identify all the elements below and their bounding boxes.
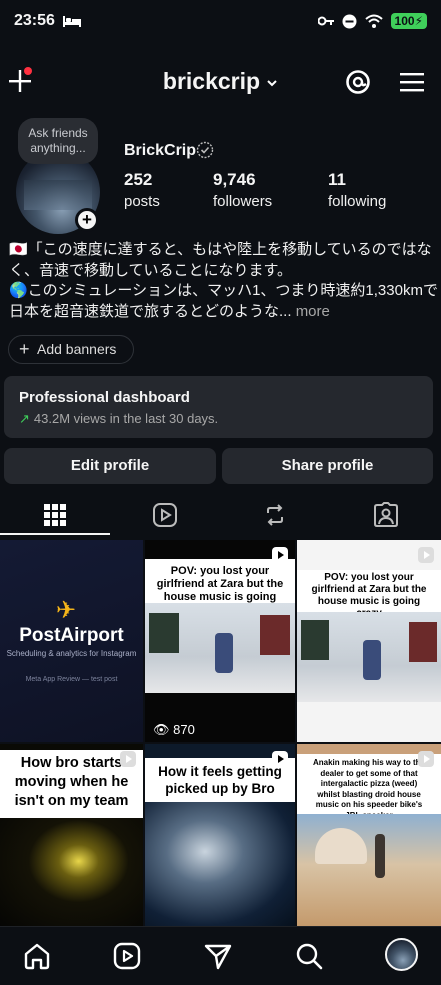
reels-icon: [153, 503, 177, 527]
edit-profile-button[interactable]: Edit profile: [4, 448, 216, 484]
grid-post[interactable]: How it feels getting picked up by Bro: [145, 744, 295, 926]
profile-avatar-nav[interactable]: [385, 938, 418, 971]
send-icon[interactable]: [203, 941, 233, 971]
status-bar: 23:56 100⚡: [0, 0, 441, 42]
active-tab-indicator: [0, 533, 110, 535]
bed-icon: [62, 16, 81, 27]
grid-post[interactable]: POV: you lost your girlfriend at Zara bu…: [145, 540, 295, 742]
display-name: BrickCrip: [124, 142, 197, 159]
post-caption: POV: you lost your girlfriend at Zara bu…: [297, 570, 441, 619]
posts-stat[interactable]: 252 posts: [124, 170, 160, 210]
bottom-nav: [0, 926, 441, 985]
grid-post[interactable]: How bro starts moving when he isn't on m…: [0, 744, 143, 926]
add-banners-button[interactable]: + Add banners: [8, 335, 134, 364]
post-scene: [0, 818, 143, 926]
tab-tagged[interactable]: [331, 492, 441, 538]
reel-icon: [120, 751, 136, 767]
reposts-icon: [267, 504, 283, 526]
grid-post[interactable]: ✈ PostAirport Scheduling & analytics for…: [0, 540, 143, 742]
threads-icon[interactable]: [344, 68, 372, 96]
posts-count: 252: [124, 170, 153, 189]
post-scene: [297, 814, 441, 926]
meta-verified-icon[interactable]: [196, 141, 214, 159]
view-count: 👁 870: [153, 722, 195, 738]
professional-dashboard[interactable]: Professional dashboard ↗ 43.2M views in t…: [4, 376, 433, 438]
share-profile-button[interactable]: Share profile: [222, 448, 433, 484]
tab-reels[interactable]: [110, 492, 220, 538]
trend-up-icon: ↗: [19, 411, 30, 426]
post-scene: [297, 612, 441, 702]
plus-icon: +: [19, 339, 30, 359]
reel-icon: [272, 751, 288, 767]
bio-line: 🇯🇵「この速度に達すると、もはや陸上を移動しているのではなく、音速で移動している…: [9, 241, 432, 279]
reel-icon: [272, 547, 288, 563]
bio-more-link[interactable]: more: [296, 303, 330, 320]
dashboard-subtitle: 43.2M views in the last 30 days.: [33, 411, 219, 426]
following-count: 11: [328, 170, 346, 189]
home-icon[interactable]: [22, 941, 52, 971]
following-stat[interactable]: 11 following: [328, 170, 386, 210]
eye-icon: 👁: [153, 722, 170, 737]
post-scene: [145, 802, 295, 926]
battery-indicator: 100⚡: [390, 13, 427, 29]
grid-icon: [44, 504, 66, 526]
following-label: following: [328, 193, 387, 210]
reels-icon[interactable]: [112, 941, 142, 971]
add-banners-label: Add banners: [37, 341, 117, 357]
post-scene: [145, 603, 295, 693]
note-bubble[interactable]: Ask friends anything...: [18, 118, 98, 164]
reel-icon: [418, 751, 434, 767]
key-icon: [317, 16, 334, 26]
tab-reposts[interactable]: [220, 492, 330, 538]
post-caption: POV: you lost your girlfriend at Zara bu…: [145, 559, 295, 616]
post-subtitle: Scheduling & analytics for Instagram: [6, 649, 137, 658]
tagged-icon: [374, 502, 398, 527]
account-switcher[interactable]: brickcrip: [0, 68, 441, 95]
followers-count: 9,746: [213, 170, 256, 189]
profile-header: brickcrip: [0, 56, 441, 106]
tab-posts[interactable]: [0, 492, 110, 538]
dnd-icon: [342, 14, 357, 28]
username: brickcrip: [162, 68, 261, 94]
search-icon[interactable]: [294, 941, 324, 971]
reel-icon: [418, 547, 434, 563]
add-story-icon[interactable]: +: [75, 208, 99, 232]
bio: 🇯🇵「この速度に達すると、もはや陸上を移動しているのではなく、音速で移動している…: [9, 240, 439, 322]
chevron-down-icon: [267, 80, 277, 87]
post-small-text: Meta App Review — test post: [25, 676, 118, 683]
menu-icon[interactable]: [398, 68, 426, 96]
battery-level: 100: [394, 14, 415, 28]
wifi-icon: [364, 14, 383, 28]
profile-tabs: [0, 492, 441, 538]
bio-line: 🌎このシミュレーションは、マッハ1、つまり時速約1,330kmで日本を超音速鉄道…: [9, 282, 438, 320]
dashboard-title: Professional dashboard: [19, 389, 190, 406]
followers-stat[interactable]: 9,746 followers: [213, 170, 272, 210]
post-title: PostAirport: [19, 625, 124, 646]
followers-label: followers: [213, 193, 273, 210]
airplane-icon: ✈: [56, 597, 77, 624]
posts-label: posts: [124, 193, 160, 210]
status-time: 23:56: [14, 12, 55, 29]
view-count-value: 870: [173, 722, 195, 737]
grid-post[interactable]: Anakin making his way to the dealer to g…: [297, 744, 441, 926]
grid-post[interactable]: POV: you lost your girlfriend at Zara bu…: [297, 540, 441, 742]
